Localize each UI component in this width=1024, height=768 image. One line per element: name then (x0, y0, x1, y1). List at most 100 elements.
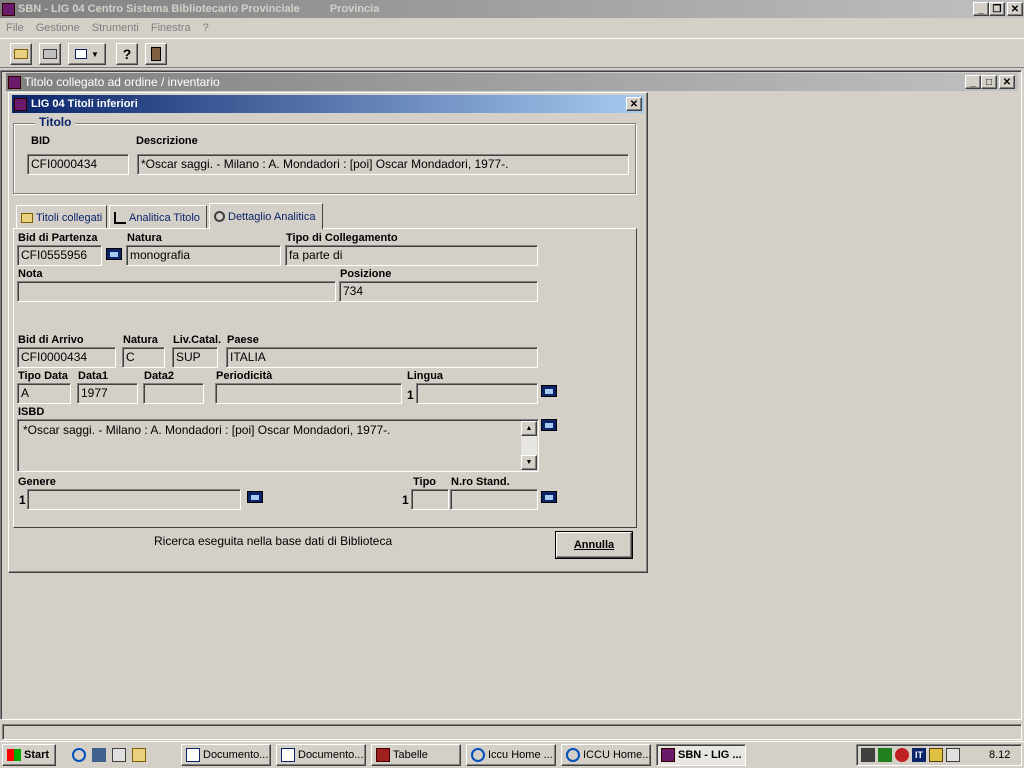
mdi-title-bar: Titolo collegato ad ordine / inventario (6, 73, 1018, 91)
tab-analitica-titolo[interactable]: Analitica Titolo (109, 205, 207, 229)
quick-launch (72, 746, 167, 764)
isbd-lookup-icon[interactable] (541, 419, 557, 431)
annulla-button[interactable]: Annulla (555, 531, 633, 559)
mdi-minimize-button[interactable]: _ (965, 75, 981, 89)
paese-field[interactable]: ITALIA (226, 347, 538, 368)
bid-partenza-field[interactable]: CFI0555956 (17, 245, 102, 266)
tipo-index: 1 (402, 493, 409, 507)
antivirus-icon[interactable] (878, 748, 892, 762)
bid-label: BID (31, 135, 50, 147)
mdi-maximize-button[interactable]: □ (981, 75, 997, 89)
explorer-icon[interactable] (132, 748, 146, 762)
liv-catal-label: Liv.Catal. (173, 334, 222, 346)
monitor-icon[interactable] (929, 748, 943, 762)
app-subtitle: Provincia (329, 3, 380, 15)
app-close-button[interactable]: ✕ (1007, 2, 1023, 16)
bid-partenza-lookup-icon[interactable] (106, 248, 122, 260)
taskbar-item-label: SBN - LIG ... (678, 749, 742, 761)
app-minimize-button[interactable]: _ (973, 2, 989, 16)
print-button[interactable] (39, 43, 61, 65)
menu-finestra[interactable]: Finestra (151, 22, 191, 34)
tipo-data-field[interactable]: A (17, 383, 71, 404)
bid-field[interactable]: CFI0000434 (27, 154, 129, 175)
mdi-close-button[interactable]: ✕ (999, 75, 1015, 89)
app-restore-button[interactable]: ❐ (989, 2, 1005, 16)
natura-arrivo-label: Natura (123, 334, 158, 346)
data1-field[interactable]: 1977 (77, 383, 138, 404)
taskbar-item-tabelle[interactable]: Tabelle (371, 744, 461, 766)
taskbar-item-documento-1[interactable]: Documento... (181, 744, 271, 766)
genere-index: 1 (19, 493, 26, 507)
natura-label: Natura (127, 232, 162, 244)
start-label: Start (24, 749, 50, 761)
data1-label: Data1 (78, 370, 108, 382)
dialog-title-bar: LIG 04 Titoli inferiori (12, 95, 644, 113)
app-icon (2, 2, 15, 16)
linked-titles-icon (21, 212, 33, 223)
taskbar-item-label: Iccu Home ... (488, 749, 553, 761)
window-dropdown-button[interactable]: ▼ (68, 43, 106, 65)
descrizione-label: Descrizione (136, 135, 198, 147)
taskbar-item-iccu-1[interactable]: Iccu Home ... (466, 744, 556, 766)
taskbar-item-label: ICCU Home... (583, 749, 651, 761)
isbd-scrollbar[interactable]: ▲ ▼ (521, 421, 537, 470)
clock[interactable]: 8.12 (989, 749, 1010, 761)
menu-file[interactable]: File (6, 22, 24, 34)
taskbar-item-sbn-active[interactable]: SBN - LIG ... (656, 744, 746, 766)
taskbar-item-documento-2[interactable]: Documento... (276, 744, 366, 766)
language-indicator-icon[interactable]: IT (912, 748, 926, 762)
isbd-textarea[interactable]: *Oscar saggi. - Milano : A. Mondadori : … (17, 419, 539, 472)
periodicita-field[interactable] (215, 383, 402, 404)
posizione-field[interactable]: 734 (339, 281, 538, 302)
nro-stand-lookup-icon[interactable] (541, 491, 557, 503)
taskbar-item-iccu-2[interactable]: ICCU Home... (561, 744, 651, 766)
tab-dettaglio-analitica[interactable]: Dettaglio Analitica (209, 203, 323, 229)
lingua-lookup-icon[interactable] (541, 385, 557, 397)
start-button[interactable]: Start (2, 744, 56, 766)
ie-icon[interactable] (72, 748, 86, 762)
data2-field[interactable] (143, 383, 204, 404)
tipo-field[interactable] (411, 489, 449, 510)
natura-field[interactable]: monografia (126, 245, 281, 266)
folder-icon (14, 49, 28, 59)
scroll-up-button[interactable]: ▲ (521, 421, 537, 436)
access-icon (376, 748, 390, 762)
windows-icon (75, 49, 88, 59)
network-icon[interactable] (861, 748, 875, 762)
dialog-close-button[interactable]: ✕ (626, 97, 642, 111)
menu-help[interactable]: ? (203, 22, 209, 34)
nro-stand-field[interactable] (450, 489, 538, 510)
status-text: Ricerca eseguita nella base dati di Bibl… (154, 534, 393, 548)
open-folder-button[interactable] (10, 43, 32, 65)
system-tray: IT 8.12 (856, 744, 1022, 766)
desktop-icon[interactable] (112, 748, 126, 762)
descrizione-field[interactable]: *Oscar saggi. - Milano : A. Mondadori : … (137, 154, 629, 175)
lingua-field[interactable] (416, 383, 538, 404)
titolo-group-title: Titolo (35, 115, 76, 129)
titoli-inferiori-dialog: LIG 04 Titoli inferiori ✕ Titolo BID CFI… (8, 92, 648, 573)
tipo-collegamento-label: Tipo di Collegamento (286, 232, 398, 244)
liv-catal-field[interactable]: SUP (172, 347, 218, 368)
exit-button[interactable] (145, 43, 167, 65)
nota-field[interactable] (17, 281, 336, 302)
taskbar-item-label: Documento... (298, 749, 364, 761)
help-button[interactable]: ? (116, 43, 138, 65)
bid-partenza-label: Bid di Partenza (18, 232, 98, 244)
lingua-label: Lingua (407, 370, 444, 382)
genere-field[interactable] (27, 489, 241, 510)
toolbar: ▼ ? (0, 38, 1024, 68)
genere-lookup-icon[interactable] (247, 491, 263, 503)
natura-arrivo-field[interactable]: C (122, 347, 165, 368)
shield-icon[interactable] (895, 748, 909, 762)
taskbar-item-label: Documento... (203, 749, 269, 761)
tipo-collegamento-field[interactable]: fa parte di (285, 245, 538, 266)
outlook-icon[interactable] (92, 748, 106, 762)
scroll-down-button[interactable]: ▼ (521, 455, 537, 470)
taskbar-item-label: Tabelle (393, 749, 428, 761)
menu-strumenti[interactable]: Strumenti (92, 22, 139, 34)
menu-gestione[interactable]: Gestione (36, 22, 80, 34)
bid-arrivo-field[interactable]: CFI0000434 (17, 347, 116, 368)
word-icon (186, 748, 200, 762)
tab-titoli-collegati[interactable]: Titoli collegati (16, 205, 107, 229)
display-icon[interactable] (946, 748, 960, 762)
